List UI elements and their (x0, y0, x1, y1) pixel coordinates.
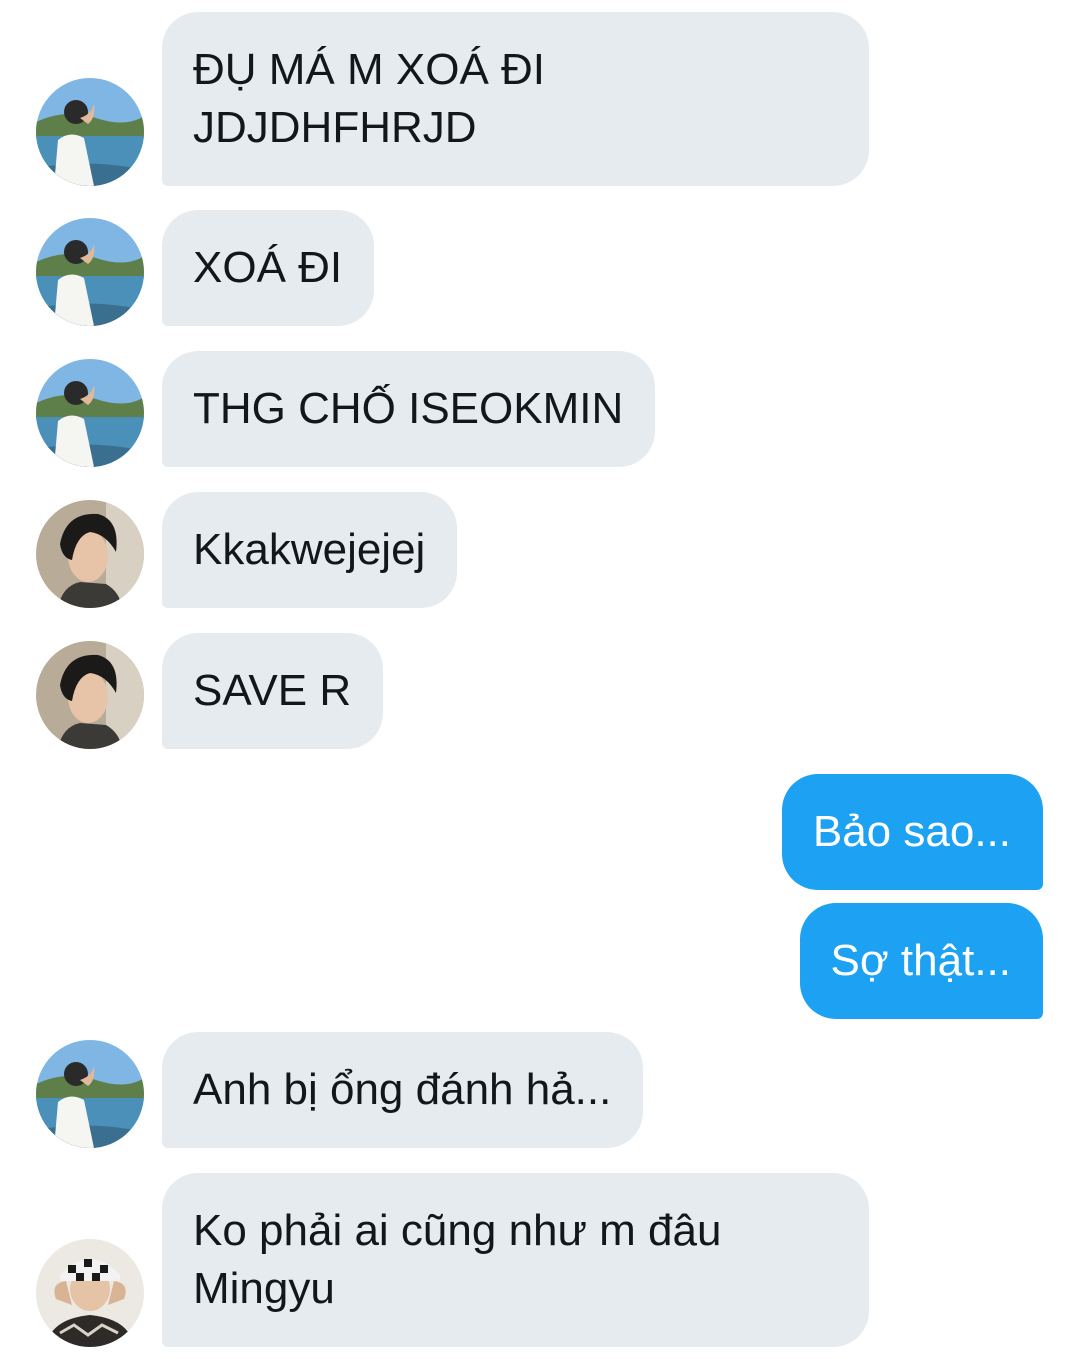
incoming-message-bubble[interactable]: Anh bị ổng đánh hả... (162, 1032, 644, 1148)
message-row: ĐỤ MÁ M XOÁ ĐI JDJDHFHRJD (0, 12, 1080, 186)
user-avatar-dark-hair-icon[interactable] (36, 641, 144, 749)
user-avatar-checkered-hat-icon[interactable] (36, 1239, 144, 1347)
message-row: XOÁ ĐI (0, 210, 1080, 326)
outgoing-message-bubble[interactable]: Bảo sao... (781, 774, 1043, 890)
user-avatar-seaside-icon[interactable] (36, 78, 144, 186)
message-row: SAVE R (0, 633, 1080, 749)
user-avatar-seaside-icon[interactable] (36, 218, 144, 326)
incoming-message-bubble[interactable]: ĐỤ MÁ M XOÁ ĐI JDJDHFHRJD (162, 12, 869, 186)
message-row: Anh bị ổng đánh hả... (0, 1032, 1080, 1148)
incoming-message-bubble[interactable]: Kkakwejejej (162, 492, 458, 608)
message-row: Bảo sao... (0, 774, 1080, 890)
incoming-message-bubble[interactable]: XOÁ ĐI (162, 210, 375, 326)
message-row: Kkakwejejej (0, 492, 1080, 608)
incoming-message-bubble[interactable]: Ko phải ai cũng như m đâu Mingyu (162, 1173, 869, 1347)
incoming-message-bubble[interactable]: SAVE R (162, 633, 384, 749)
message-row: THG CHỐ ISEOKMIN (0, 351, 1080, 467)
message-row: Ko phải ai cũng như m đâu Mingyu (0, 1173, 1080, 1347)
chat-thread: ĐỤ MÁ M XOÁ ĐI JDJDHFHRJD XOÁ ĐI THG CHỐ… (0, 0, 1080, 1359)
user-avatar-seaside-icon[interactable] (36, 1040, 144, 1148)
incoming-message-bubble[interactable]: THG CHỐ ISEOKMIN (162, 351, 656, 467)
outgoing-message-bubble[interactable]: Sợ thật... (799, 903, 1043, 1019)
user-avatar-seaside-icon[interactable] (36, 359, 144, 467)
message-row: Sợ thật... (0, 903, 1080, 1019)
user-avatar-dark-hair-icon[interactable] (36, 500, 144, 608)
